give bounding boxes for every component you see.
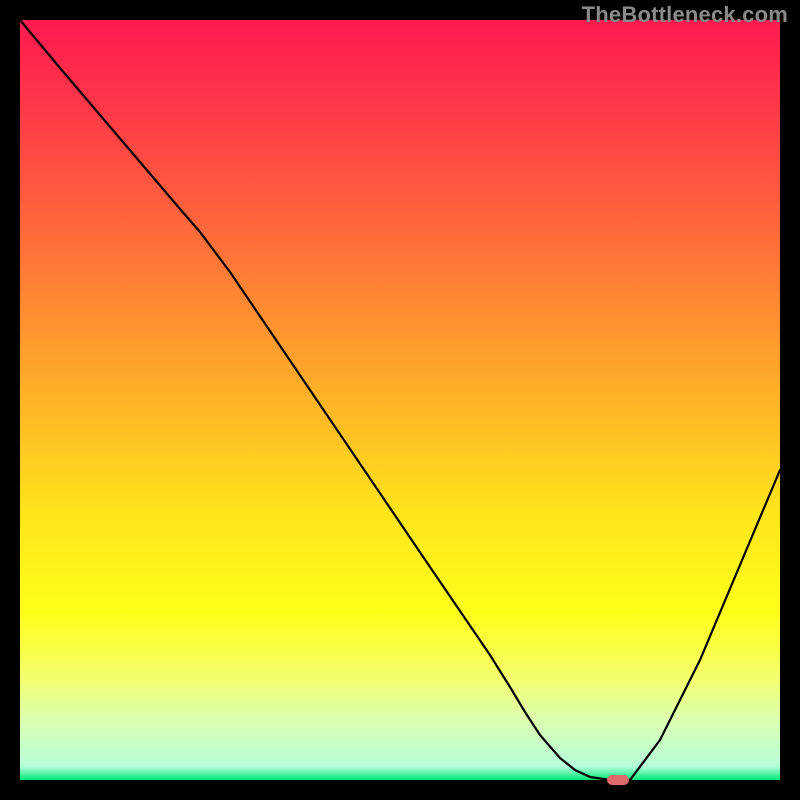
bottleneck-chart bbox=[0, 0, 800, 800]
optimal-marker bbox=[607, 775, 629, 785]
watermark-text: TheBottleneck.com bbox=[582, 2, 788, 28]
plot-background bbox=[20, 20, 780, 780]
chart-container: TheBottleneck.com bbox=[0, 0, 800, 800]
